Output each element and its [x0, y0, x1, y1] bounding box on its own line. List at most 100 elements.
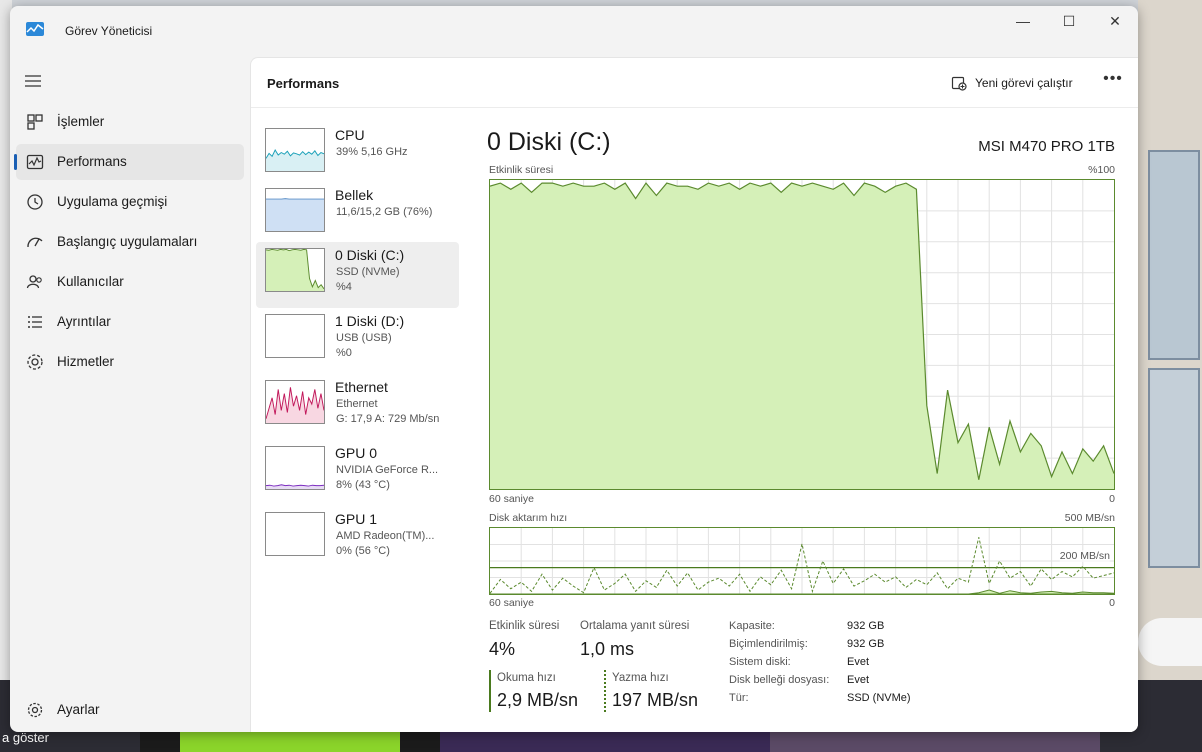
thumbnail-area	[266, 249, 324, 291]
device-item-ethernet[interactable]: Ethernet Ethernet G: 17,9 A: 729 Mb/sn	[256, 374, 459, 438]
sidebar-item-users[interactable]: Kullanıcılar	[16, 264, 244, 300]
disk-model: MSI M470 PRO 1TB	[978, 138, 1115, 155]
startup-icon	[27, 237, 43, 248]
sidebar-item-services[interactable]: Hizmetler	[16, 344, 244, 380]
sidebar-item-performance[interactable]: Performans	[14, 144, 244, 180]
device-item-disk-d[interactable]: 1 Diski (D:) USB (USB) %0	[256, 308, 459, 372]
sidebar-item-label: Uygulama geçmişi	[57, 194, 168, 209]
cpu-thumbnail-graph	[265, 128, 325, 172]
device-detail: %0	[336, 347, 352, 359]
stat-read-value: 2,9 MB/sn	[497, 690, 579, 710]
gpu-1-thumbnail-graph	[265, 512, 325, 556]
device-name: GPU 1	[335, 511, 378, 527]
prop-system-disk-label: Sistem diski:	[729, 656, 791, 668]
active-time-chart-min: 0	[1109, 493, 1115, 505]
stat-active-time-label: Etkinlik süresi	[489, 620, 560, 632]
prop-capacity-value: 932 GB	[847, 620, 885, 632]
device-item-gpu-0[interactable]: GPU 0 NVIDIA GeForce R... 8% (43 °C)	[256, 440, 459, 504]
microphone-icon	[1138, 618, 1202, 666]
more-options-button[interactable]: •••	[1099, 70, 1127, 96]
device-item-gpu-1[interactable]: GPU 1 AMD Radeon(TM)... 0% (56 °C)	[256, 506, 459, 570]
stat-avg-response-label: Ortalama yanıt süresi	[580, 620, 690, 632]
history-icon	[27, 194, 43, 210]
device-detail: AMD Radeon(TM)...	[336, 530, 435, 542]
disk-title: 0 Diski (C:)	[487, 128, 611, 156]
device-name: Bellek	[335, 187, 374, 203]
device-detail: G: 17,9 A: 729 Mb/sn	[336, 413, 440, 425]
sidebar-item-label: Ayrıntılar	[57, 314, 111, 329]
sidebar-item-label: Kullanıcılar	[57, 274, 124, 289]
device-name: CPU	[335, 127, 365, 143]
sidebar-item-startup-apps[interactable]: Başlangıç uygulamaları	[16, 224, 244, 260]
sidebar-item-label: Başlangıç uygulamaları	[57, 234, 198, 249]
thumbnail-line	[266, 484, 324, 487]
write-speed-legend-line	[604, 670, 606, 712]
page-title: Performans	[267, 76, 340, 91]
stat-write-label: Yazma hızı	[612, 672, 669, 684]
background-thumbnail	[1148, 368, 1200, 568]
sidebar-item-app-history[interactable]: Uygulama geçmişi	[16, 184, 244, 220]
device-item-memory[interactable]: Bellek 11,6/15,2 GB (76%)	[256, 182, 459, 246]
stat-avg-response-value: 1,0 ms	[580, 639, 635, 659]
transfer-rate-chart	[489, 527, 1115, 595]
prop-type-value: SSD (NVMe)	[847, 692, 911, 704]
device-name: 1 Diski (D:)	[335, 313, 405, 329]
sidebar-item-settings[interactable]: Ayarlar	[16, 692, 244, 728]
device-detail: 8% (43 °C)	[336, 479, 390, 491]
transfer-chart-min: 0	[1109, 597, 1115, 609]
device-detail: NVIDIA GeForce R...	[336, 464, 439, 476]
device-name: GPU 0	[335, 445, 378, 461]
stat-write-value: 197 MB/sn	[612, 690, 699, 710]
sidebar-item-label: Performans	[57, 154, 127, 169]
run-new-task-label: Yeni görevi çalıştır	[975, 76, 1073, 90]
device-name: Ethernet	[335, 379, 388, 395]
task-manager-window: Görev Yöneticisi — ☐ ✕ İşlemler Performa…	[10, 6, 1138, 732]
sidebar-item-label: Ayarlar	[57, 702, 100, 717]
task-manager-app-icon	[26, 22, 44, 36]
minimize-button[interactable]: —	[1000, 6, 1046, 36]
run-new-task-button[interactable]: Yeni görevi çalıştır	[951, 70, 1073, 96]
thumbnail-area	[266, 198, 324, 231]
sidebar-item-details[interactable]: Ayrıntılar	[16, 304, 244, 340]
gear-icon	[27, 702, 43, 718]
read-speed-legend-line	[489, 670, 491, 712]
sidebar-item-processes[interactable]: İşlemler	[16, 104, 244, 140]
sidebar-item-label: Hizmetler	[57, 354, 115, 369]
transfer-chart-max: 500 MB/sn	[1064, 512, 1115, 524]
services-icon	[27, 354, 43, 370]
details-icon	[28, 316, 42, 328]
prop-system-disk-value: Evet	[847, 656, 870, 668]
memory-thumbnail-graph	[265, 188, 325, 232]
prop-formatted-value: 932 GB	[847, 638, 885, 650]
device-detail: SSD (NVMe)	[336, 266, 400, 278]
device-detail: 39% 5,16 GHz	[336, 146, 408, 158]
stat-active-time-value: 4%	[489, 639, 516, 659]
performance-icon	[26, 154, 44, 170]
active-time-chart-label: Etkinlik süresi	[489, 164, 554, 176]
device-name: 0 Diski (C:)	[335, 247, 405, 263]
users-icon	[26, 275, 42, 289]
main-header: Performans Yeni görevi çalıştır •••	[251, 58, 1138, 108]
window-title: Görev Yöneticisi	[65, 24, 153, 38]
gpu-0-thumbnail-graph	[265, 446, 325, 490]
prop-type-label: Tür:	[729, 692, 749, 704]
maximize-button[interactable]: ☐	[1046, 6, 1092, 36]
active-time-chart-xlabel: 60 saniye	[489, 493, 534, 505]
transfer-chart-xlabel: 60 saniye	[489, 597, 534, 609]
device-detail: 11,6/15,2 GB (76%)	[336, 206, 433, 218]
title-bar[interactable]: Görev Yöneticisi — ☐ ✕	[10, 6, 1138, 56]
prop-page-file-value: Evet	[847, 674, 870, 686]
sidebar: İşlemler Performans Uygulama geçmişi Baş…	[10, 56, 250, 732]
hamburger-menu-icon[interactable]	[24, 74, 42, 88]
transfer-chart-label: Disk aktarım hızı	[489, 512, 568, 524]
device-detail: %4	[336, 281, 352, 293]
device-item-cpu[interactable]: CPU 39% 5,16 GHz	[256, 122, 459, 186]
close-button[interactable]: ✕	[1092, 6, 1138, 36]
background-right	[1138, 0, 1202, 752]
new-task-icon	[951, 76, 967, 91]
ethernet-thumbnail-graph	[265, 380, 325, 424]
prop-capacity-label: Kapasite:	[729, 620, 775, 632]
prop-formatted-label: Biçimlendirilmiş:	[729, 638, 808, 650]
device-item-disk-c[interactable]: 0 Diski (C:) SSD (NVMe) %4	[256, 242, 459, 308]
transfer-reference-label: 200 MB/sn	[1059, 550, 1110, 562]
